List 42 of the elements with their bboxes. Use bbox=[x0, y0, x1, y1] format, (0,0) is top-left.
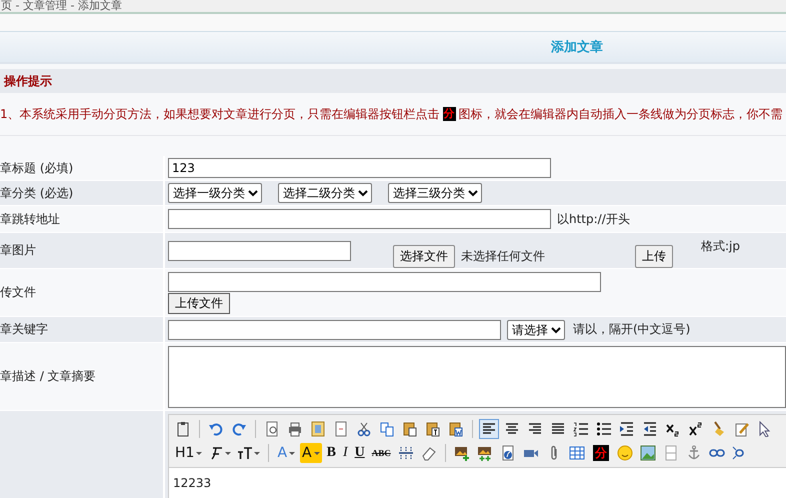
category-select[interactable]: 选择二级分类 bbox=[278, 183, 372, 203]
file-input[interactable] bbox=[168, 272, 601, 292]
underline-button[interactable]: U bbox=[352, 443, 367, 463]
file-status: 未选择任何文件 bbox=[461, 248, 545, 265]
upload-file-button[interactable]: 上传文件 bbox=[168, 292, 230, 314]
field-label: 章跳转地址 bbox=[0, 210, 60, 228]
category-select[interactable]: 选择三级分类 bbox=[388, 183, 482, 203]
field-label: 章分类 (必选) bbox=[0, 184, 74, 202]
italic-button[interactable]: I bbox=[340, 443, 350, 463]
field-label: 章描述 / 文章摘要 bbox=[0, 368, 96, 385]
page-break-button[interactable]: 分 bbox=[592, 445, 609, 461]
caret-icon bbox=[289, 452, 296, 454]
url-input[interactable] bbox=[168, 209, 551, 229]
field-label: 章标题 (必填) bbox=[0, 160, 74, 176]
field-label: 传文件 bbox=[0, 284, 36, 301]
bold-button[interactable]: B bbox=[324, 443, 338, 463]
category-select[interactable]: 选择一级分类 bbox=[168, 183, 262, 203]
keyword-select[interactable]: 请选择 bbox=[507, 320, 565, 340]
strikethrough-button[interactable]: ABC bbox=[370, 443, 393, 463]
section-title: 操作提示 bbox=[4, 72, 52, 90]
font-color-dropdown[interactable]: A bbox=[275, 443, 298, 463]
field-label: 章图片 bbox=[0, 242, 36, 259]
caret-icon bbox=[196, 452, 202, 454]
heading-dropdown[interactable]: H1 bbox=[173, 443, 204, 463]
highlight-dropdown[interactable]: A bbox=[300, 443, 322, 463]
url-hint: 以http://开头 bbox=[557, 210, 630, 228]
keyword-hint: 请以，隔开(中文逗号) bbox=[573, 321, 690, 338]
page-title: 添加文章 bbox=[551, 38, 603, 56]
title-input[interactable]: 123 bbox=[168, 158, 551, 178]
notice-text: 1、本系统采用手动分页方法，如果想要对文章进行分页，只需在编辑器按钮栏点击 分 图标，就会在编辑器内自动插入一条线做为分页标志，你不需 bbox=[0, 106, 783, 122]
upload-button[interactable]: 上传 bbox=[635, 245, 673, 268]
align-left-icon[interactable] bbox=[479, 419, 499, 439]
editor-text: 12233 bbox=[173, 476, 212, 490]
picture-icon[interactable] bbox=[638, 443, 658, 463]
choose-file-button[interactable]: 选择文件 bbox=[393, 245, 455, 268]
keyword-input[interactable] bbox=[168, 320, 501, 340]
format-hint: 格式:jp bbox=[701, 239, 741, 255]
image-path-input[interactable] bbox=[168, 240, 351, 260]
caret-icon bbox=[314, 452, 320, 454]
description-textarea[interactable] bbox=[168, 346, 786, 408]
field-label: 章关键字 bbox=[0, 321, 48, 338]
breadcrumb: 页 - 文章管理 - 添加文章 bbox=[0, 0, 122, 12]
